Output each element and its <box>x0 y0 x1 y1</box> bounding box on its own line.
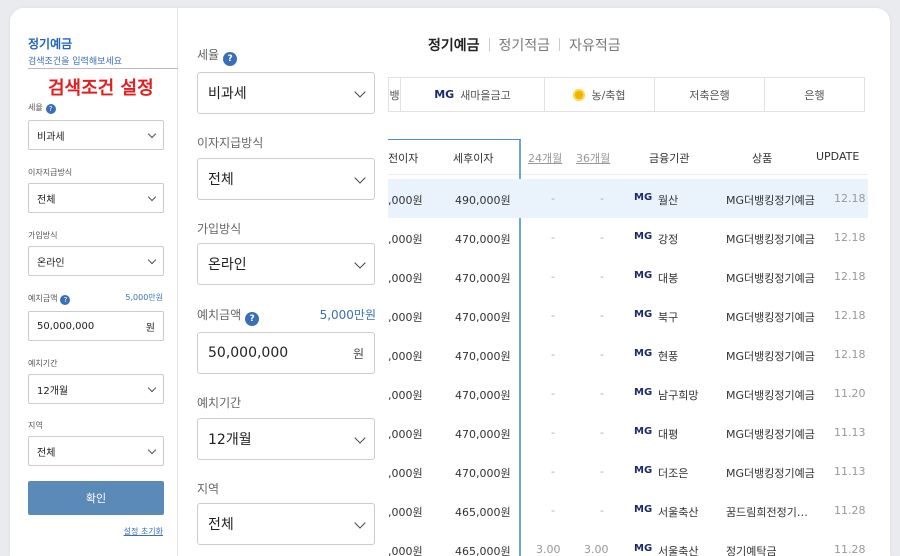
zoom-join-method-select[interactable]: 온라인 <box>197 243 375 285</box>
zoom-amount-hint: 5,000만원 <box>319 308 376 322</box>
amount-hint: 5,000만원 <box>125 293 163 302</box>
col-institution[interactable]: 금융기관 <box>649 150 689 166</box>
app-frame: 정기예금 정기적금 자유적금 뱅 MG 새마을금고 농/축협 저축은행 은행 전이자 … <box>10 8 890 556</box>
chevron-down-icon <box>147 192 157 201</box>
tab-installment[interactable]: 정기적금 <box>499 35 551 55</box>
tab-free-savings[interactable]: 자유적금 <box>569 35 621 55</box>
mg-logo-icon: MG <box>634 543 653 554</box>
zoom-join-method-label: 가입방식 <box>197 222 242 236</box>
col-36-months[interactable]: 36개월 <box>576 150 610 166</box>
amount-input[interactable]: 50,000,000 원 <box>28 311 164 341</box>
table-row[interactable]: ,000원 465,000원 3.00 3.00 MG 서울축산 정기예탁금 11.28 <box>388 530 868 556</box>
zoom-period-select[interactable]: 12개월 <box>197 418 375 460</box>
zoom-amount-input[interactable]: 50,000,000 원 <box>197 332 375 374</box>
chevron-down-icon <box>354 516 366 529</box>
help-icon[interactable]: ? <box>60 295 71 305</box>
chevron-down-icon <box>147 383 157 392</box>
tax-label: 세율? <box>28 102 56 114</box>
interest-method-label: 이자지급방식 <box>28 168 73 177</box>
mg-logo-icon: MG <box>634 309 653 320</box>
sidebar-subtitle: 검색조건을 입력해보세요 <box>28 57 122 67</box>
join-method-label: 가입방식 <box>28 231 58 240</box>
table-row[interactable]: ,000원 470,000원 -- MG 남구희망 MG더뱅킹정기예금 11.20 <box>388 374 868 413</box>
chevron-down-icon <box>147 255 157 264</box>
col-24-months[interactable]: 24개월 <box>528 150 562 166</box>
table-row[interactable]: ,000원 470,000원 -- MG 대봉 MG더뱅킹정기예금 12.18 <box>388 257 868 296</box>
reset-link[interactable]: 설정 초기화 <box>124 526 163 537</box>
table-row[interactable]: ,000원 470,000원 -- MG 강정 MG더뱅킹정기예금 12.18 <box>388 218 868 257</box>
mg-logo-icon: MG <box>634 192 653 203</box>
period-select[interactable]: 12개월 <box>28 374 164 404</box>
help-icon[interactable]: ? <box>45 104 56 114</box>
mg-logo-icon: MG <box>634 426 653 437</box>
chevron-down-icon <box>147 129 157 138</box>
bank-category-tabs: 뱅 MG 새마을금고 농/축협 저축은행 은행 <box>388 77 865 112</box>
zoomed-filter-panel: 세율? 비과세 이자지급방식 전체 가입방식 온라인 예치금액? 5,000만원… <box>178 8 386 556</box>
zoom-interest-method-select[interactable]: 전체 <box>197 158 375 200</box>
zoom-region-label: 지역 <box>197 482 220 496</box>
coin-icon <box>573 88 586 101</box>
mg-logo-icon: MG <box>634 465 653 476</box>
chevron-down-icon <box>354 171 366 184</box>
period-label: 예치기간 <box>28 359 58 368</box>
mg-logo-icon: MG <box>634 387 653 398</box>
chevron-down-icon <box>147 445 157 454</box>
divider <box>28 68 178 69</box>
bank-tab-bank[interactable]: 뱅 <box>389 78 401 111</box>
mg-logo-icon: MG <box>634 231 653 242</box>
amount-label: 예치금액? <box>28 293 71 305</box>
amount-unit: 원 <box>145 322 155 334</box>
table-header: 전이자 세후이자 24개월 36개월 금융기관 상품 UPDATE <box>388 139 868 175</box>
chevron-down-icon <box>354 431 366 444</box>
bank-tab-savings-bank[interactable]: 저축은행 <box>655 78 765 111</box>
tab-deposit[interactable]: 정기예금 <box>428 35 480 55</box>
col-post-interest[interactable]: 세후이자 <box>453 150 493 166</box>
table-row[interactable]: ,000원 465,000원 -- MG 서울축산 꿈드림희전정기… 11.28 <box>388 491 868 530</box>
zoom-tax-select[interactable]: 비과세 <box>197 72 375 114</box>
chevron-down-icon <box>354 85 366 98</box>
mg-logo-icon: MG <box>634 348 653 359</box>
zoom-tax-label: 세율? <box>197 46 238 66</box>
zoom-region-select[interactable]: 전체 <box>197 503 375 545</box>
zoom-period-label: 예치기간 <box>197 396 242 410</box>
table-row[interactable]: ,000원 470,000원 -- MG 더조은 MG더뱅킹정기예금 11.13 <box>388 452 868 491</box>
tax-select[interactable]: 비과세 <box>28 120 164 150</box>
table-row[interactable]: ,000원 470,000원 -- MG 현풍 MG더뱅킹정기예금 12.18 <box>388 335 868 374</box>
interest-method-select[interactable]: 전체 <box>28 183 164 213</box>
col-update[interactable]: UPDATE <box>816 150 859 163</box>
col-pre-interest[interactable]: 전이자 <box>388 150 418 166</box>
region-select[interactable]: 전체 <box>28 436 164 466</box>
table-row[interactable]: ,000원 490,000원 -- MG 월산 MG더뱅킹정기예금 12.18 <box>388 179 868 218</box>
amount-unit: 원 <box>352 346 364 361</box>
mg-logo-icon: MG <box>634 504 653 515</box>
help-icon[interactable]: ? <box>245 312 260 326</box>
bank-tab-nonghyup[interactable]: 농/축협 <box>545 78 655 111</box>
zoom-amount-label: 예치금액? <box>197 306 260 326</box>
region-label: 지역 <box>28 421 43 430</box>
table-row[interactable]: ,000원 470,000원 -- MG 북구 MG더뱅킹정기예금 12.18 <box>388 296 868 335</box>
bank-tab-saemaul[interactable]: MG 새마을금고 <box>401 78 545 111</box>
chevron-down-icon <box>354 256 366 269</box>
sidebar-title: 정기예금 <box>28 37 73 51</box>
overlay-caption: 검색조건 설정 <box>44 74 158 100</box>
help-icon[interactable]: ? <box>223 52 238 66</box>
confirm-button[interactable]: 확인 <box>28 481 164 515</box>
join-method-select[interactable]: 온라인 <box>28 246 164 276</box>
product-tabs: 정기예금 정기적금 자유적금 <box>428 35 621 55</box>
bank-tab-commercial-bank[interactable]: 은행 <box>765 78 864 111</box>
table-row[interactable]: ,000원 470,000원 -- MG 대평 MG더뱅킹정기예금 11.13 <box>388 413 868 452</box>
zoom-interest-method-label: 이자지급방식 <box>197 136 264 150</box>
col-product[interactable]: 상품 <box>752 150 772 166</box>
mg-logo-icon: MG <box>634 270 653 281</box>
mg-logo-icon: MG <box>434 88 455 101</box>
